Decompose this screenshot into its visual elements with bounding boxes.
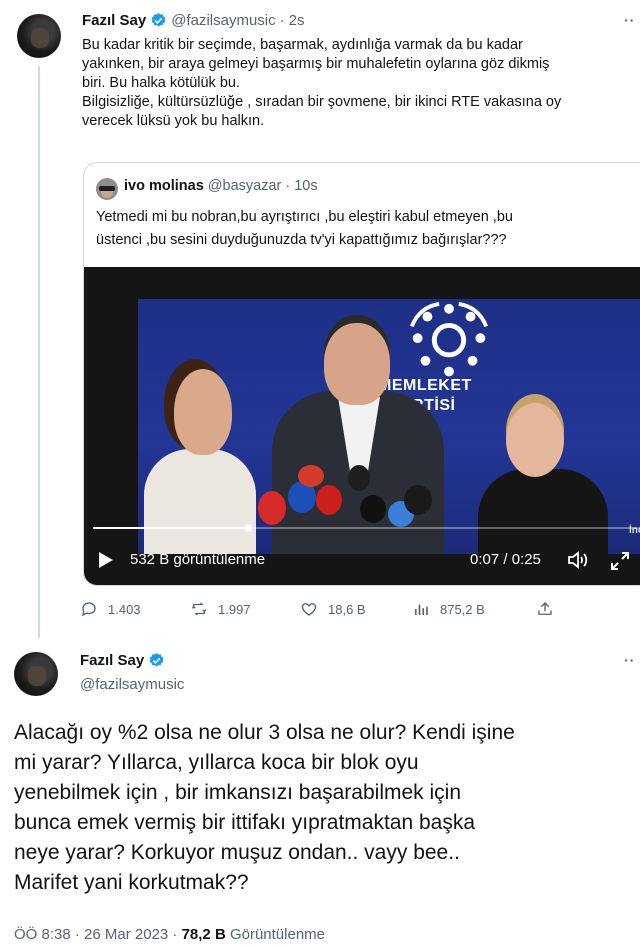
reply-count: 1.403: [108, 601, 141, 617]
retweet-icon: [191, 602, 207, 616]
quoted-avatar: [96, 178, 118, 200]
verified-badge-icon: [149, 653, 164, 667]
avatar[interactable]: [14, 652, 58, 696]
retweet-button[interactable]: 1.997: [190, 600, 251, 618]
microphone: [360, 495, 386, 523]
microphone: [348, 465, 370, 491]
author-name[interactable]: Fazıl Say: [82, 12, 146, 29]
fullscreen-button[interactable]: [610, 551, 630, 571]
text-line: yenebilmek için , bir imkansızı başarabi…: [14, 781, 461, 804]
quoted-time: 10s: [294, 178, 318, 194]
microphone: [258, 491, 286, 525]
text-line: Marifet yani korkutmak??: [14, 871, 249, 894]
text-line: Bilgisizliğe, kültürsüzlüğe , sıradan bi…: [82, 94, 562, 110]
separator-dot: ·: [285, 178, 291, 194]
text-line: mi yarar? Yıllarca, yıllarca koca bir bl…: [14, 751, 419, 774]
like-count: 18,6 B: [328, 601, 366, 617]
person-center-head: [324, 323, 390, 405]
text-line: verecek lüksü yok bu halkın.: [82, 113, 265, 129]
person-right-head: [506, 403, 564, 477]
video-time: 0:07 / 0:25: [470, 551, 541, 568]
text-line: Yetmedi mi bu nobran,bu ayrıştırıcı ,bu …: [96, 209, 513, 225]
quoted-author-handle: @basyazar: [207, 178, 282, 194]
person-right: [478, 469, 608, 554]
video-progress-fill: [93, 527, 248, 529]
microphone: [316, 485, 342, 515]
text-line: neye yarar? Korkuyor muşuz ondan.. vayy …: [14, 841, 460, 864]
quoted-header: ivo molinas @basyazar · 10s: [124, 178, 318, 194]
person-left: [144, 449, 256, 554]
reply-button[interactable]: 1.403: [80, 600, 141, 618]
tweet-text: Bu kadar kritik bir seçimde, başarmak, a…: [82, 36, 640, 131]
video-frame: MEMLEKET PARTİSİ İnce: [138, 299, 640, 554]
video-views: 532 B görüntülenme: [130, 551, 266, 568]
analytics-icon: [414, 604, 428, 615]
video-progress-knob[interactable]: [243, 524, 252, 532]
person-left-head: [174, 369, 232, 455]
text-line: yakınken, bir araya gelmeyi başarmış bir…: [82, 56, 550, 72]
volume-button[interactable]: [568, 551, 590, 569]
play-icon: [99, 552, 113, 568]
reply-icon: [81, 602, 96, 617]
views-button[interactable]: 875,2 B: [412, 600, 485, 618]
author-name[interactable]: Fazıl Say: [80, 652, 144, 669]
tweet-header: Fazıl Say @fazilsaymusic · 2s: [82, 12, 304, 29]
avatar[interactable]: [17, 14, 61, 58]
quoted-tweet-card[interactable]: ivo molinas @basyazar · 10s Yetmedi mi b…: [83, 162, 640, 586]
author-handle[interactable]: @fazilsaymusic: [171, 12, 275, 29]
video-player[interactable]: MEMLEKET PARTİSİ İnce: [84, 267, 640, 585]
share-button[interactable]: [536, 600, 554, 618]
tweet-actions: 1.403 1.997 18,6 B 875,2 B: [80, 600, 560, 620]
fullscreen-icon: [611, 552, 629, 570]
tweet-timestamp[interactable]: ÖÖ 8:38 · 26 Mar 2023 ·: [14, 926, 182, 943]
more-icon[interactable]: ··: [624, 12, 635, 28]
text-line: Bu kadar kritik bir seçimde, başarmak, a…: [82, 37, 523, 53]
share-icon: [538, 602, 552, 615]
author-handle[interactable]: @fazilsaymusic: [80, 676, 184, 693]
like-button[interactable]: 18,6 B: [300, 600, 366, 618]
verified-badge-icon: [151, 13, 166, 27]
thread-line: [38, 66, 40, 638]
views-count: 875,2 B: [440, 601, 485, 617]
volume-icon: [568, 551, 588, 569]
tweet-meta: ÖÖ 8:38 · 26 Mar 2023 · 78,2 B Görüntüle…: [14, 926, 325, 943]
microphone: [404, 485, 432, 515]
retweet-count: 1.997: [218, 601, 251, 617]
separator-dot: ·: [279, 12, 285, 29]
author-handle-row: @fazilsaymusic: [80, 676, 184, 693]
tweet-view-count: 78,2 B: [181, 926, 226, 943]
quoted-author-name: ivo molinas: [124, 178, 204, 194]
microphone: [298, 465, 324, 487]
more-icon[interactable]: ··: [624, 652, 635, 668]
heart-icon: [301, 603, 317, 616]
text-line: üstenci ,bu sesini duyduğunuzda tv'yi ka…: [96, 232, 507, 248]
main-tweet-text: Alacağı oy %2 olsa ne olur 3 olsa ne olu…: [14, 718, 634, 898]
tweet-time[interactable]: 2s: [289, 12, 305, 29]
play-button[interactable]: [98, 551, 114, 569]
text-line: biri. Bu halka kötülük bu.: [82, 75, 240, 91]
text-line: bunca emek vermiş bir ittifakı yıpratmak…: [14, 811, 476, 834]
text-line: Alacağı oy %2 olsa ne olur 3 olsa ne olu…: [14, 721, 515, 744]
tweet-header: Fazıl Say: [80, 652, 165, 669]
tweet-view-label: Görüntülenme: [225, 926, 326, 943]
video-progress-bar[interactable]: [93, 524, 640, 532]
quoted-text: Yetmedi mi bu nobran,bu ayrıştırıcı ,bu …: [96, 206, 640, 252]
